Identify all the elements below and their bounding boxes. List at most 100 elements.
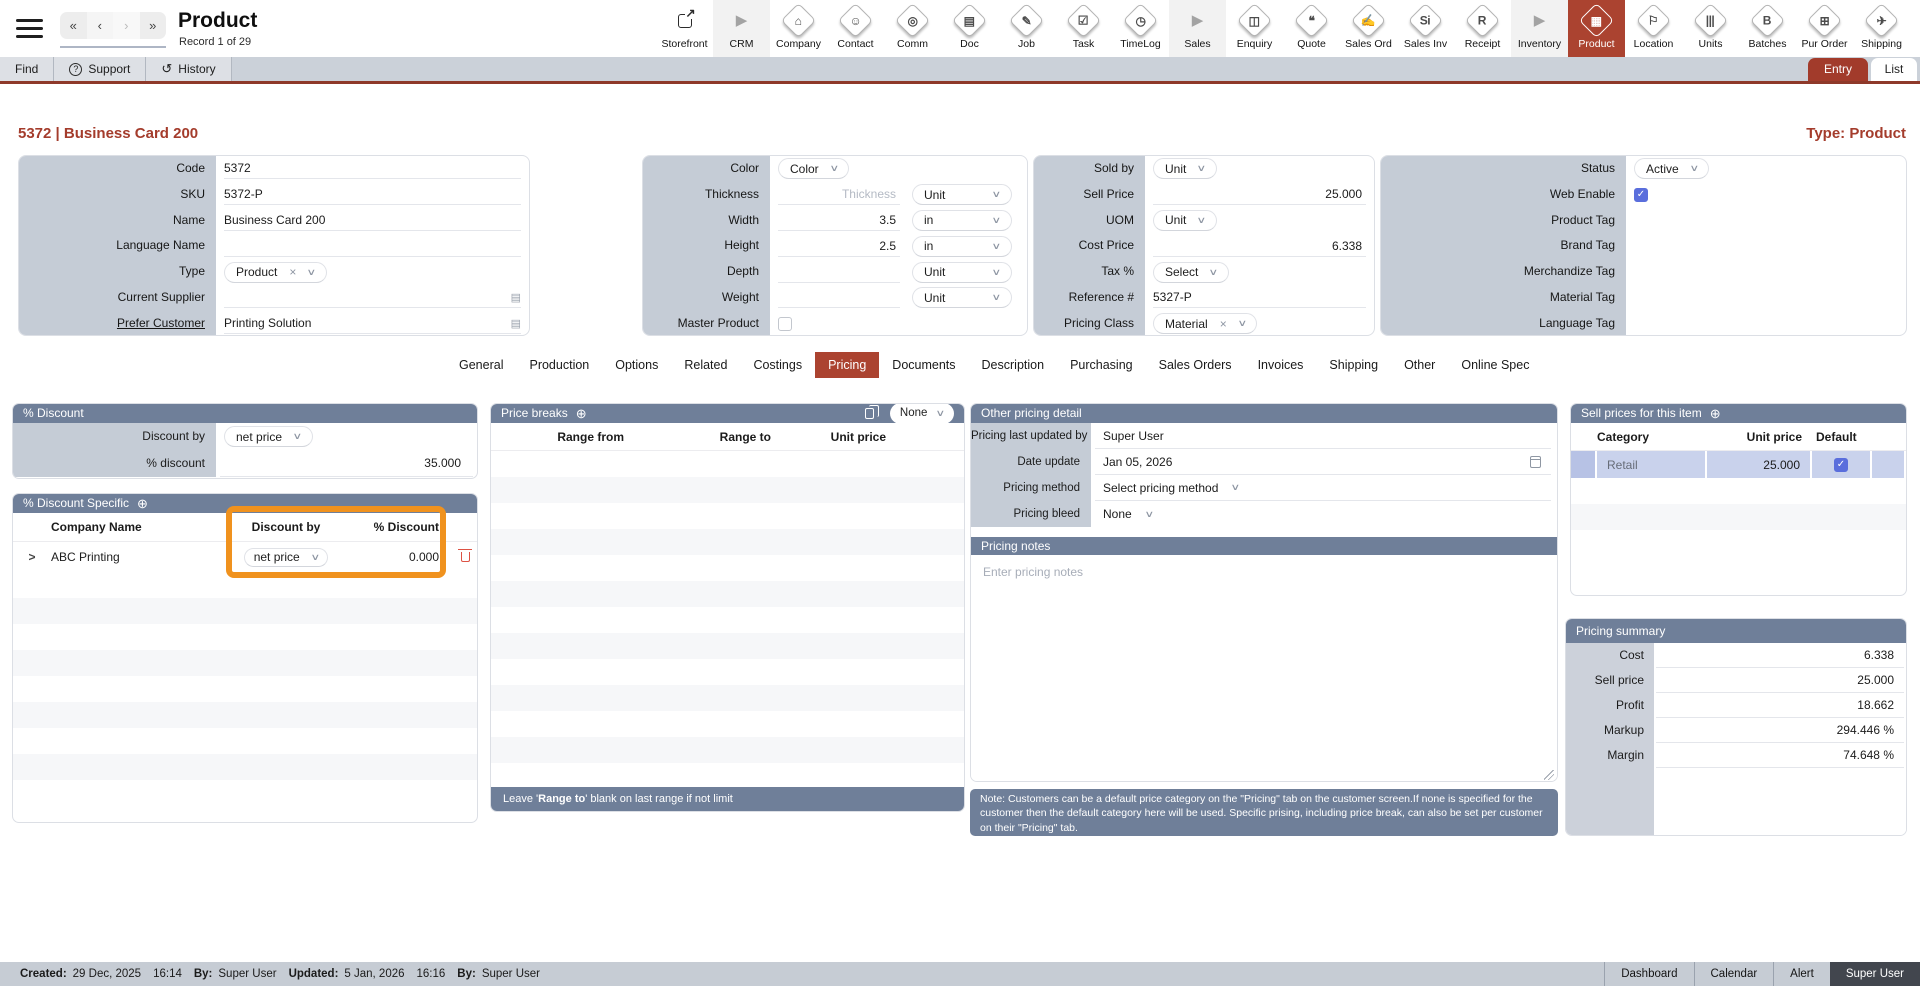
input-weight[interactable] [778,287,900,309]
tab-online-spec[interactable]: Online Spec [1448,352,1542,378]
input-reference-[interactable] [1153,287,1366,309]
footer-link-alert[interactable]: Alert [1773,962,1830,986]
input-sell-price[interactable] [1153,184,1366,206]
clear-icon[interactable]: × [1220,317,1227,331]
toolbar-item-task[interactable]: ☑ Task [1055,0,1112,57]
select-unit-weight[interactable]: Unit ∨ [912,287,1012,309]
select-unit-depth[interactable]: Unit ∨ [912,261,1012,283]
quickbar-tab-history[interactable]: ↺ History [146,57,232,81]
entry-tab[interactable]: Entry [1808,58,1868,81]
price-break-mode-select[interactable]: None ∨ [889,404,954,424]
tab-other[interactable]: Other [1391,352,1448,378]
nav-last-button[interactable]: » [140,12,167,39]
input-current-supplier[interactable] [224,287,521,309]
delete-row-icon[interactable] [458,548,472,562]
select-unit-width[interactable]: in ∨ [912,209,1012,231]
field-label-link[interactable]: Prefer Customer [117,316,205,330]
toolbar-item-shipping[interactable]: ✈ Shipping [1853,0,1910,57]
toolbar-item-timelog[interactable]: ◷ TimeLog [1112,0,1169,57]
toolbar-item-location[interactable]: ⚐ Location [1625,0,1682,57]
toolbar-item-enquiry[interactable]: ◫ Enquiry [1226,0,1283,57]
toolbar-item-inventory[interactable]: ▶ Inventory [1511,0,1568,57]
pricing-notes-input[interactable] [971,555,1557,781]
footer-link-calendar[interactable]: Calendar [1693,962,1774,986]
select-tax-[interactable]: Select ∨ [1153,261,1229,283]
lookup-icon[interactable]: ▤ [511,317,521,330]
select-uom[interactable]: Unit ∨ [1153,209,1217,231]
hamburger-menu-icon[interactable] [16,19,43,38]
percent-discount-value[interactable]: 35.000 [424,456,465,470]
clear-icon[interactable]: × [289,265,296,279]
nav-first-button[interactable]: « [60,12,87,39]
value-date-update[interactable]: Jan 05, 2026 [1103,455,1172,469]
footer-link-dashboard[interactable]: Dashboard [1604,962,1693,986]
select-unit-height[interactable]: in ∨ [912,235,1012,257]
lookup-icon[interactable]: ▤ [511,291,521,304]
value-pricing-bleed[interactable]: None [1103,507,1132,521]
toolbar-item-contact[interactable]: ☺ Contact [827,0,884,57]
select-sold-by[interactable]: Unit ∨ [1153,158,1217,180]
input-code[interactable] [224,158,521,180]
toolbar-item-sales-inv[interactable]: Si Sales Inv [1397,0,1454,57]
add-price-break-button[interactable]: ⊕ [576,407,587,420]
toolbar-item-batches[interactable]: B Batches [1739,0,1796,57]
resize-handle[interactable] [1544,770,1554,780]
tab-shipping[interactable]: Shipping [1316,352,1391,378]
unit-price-cell[interactable]: 25.000 [1707,451,1812,478]
add-discount-specific-button[interactable]: ⊕ [137,497,148,510]
tab-sales-orders[interactable]: Sales Orders [1146,352,1245,378]
toolbar-item-units[interactable]: ||| Units [1682,0,1739,57]
input-language-name[interactable] [224,235,521,257]
toolbar-item-pur-order[interactable]: ⊞ Pur Order [1796,0,1853,57]
toolbar-item-sales[interactable]: ▶ Sales [1169,0,1226,57]
tab-invoices[interactable]: Invoices [1245,352,1317,378]
tab-description[interactable]: Description [969,352,1058,378]
nav-next-button[interactable]: › [113,12,140,39]
checkbox-web-enable[interactable]: ✓ [1634,187,1648,202]
checkbox-master-product[interactable] [778,316,792,331]
input-thickness[interactable] [778,184,900,206]
toolbar-item-job[interactable]: ✎ Job [998,0,1055,57]
tab-production[interactable]: Production [516,352,602,378]
copy-icon[interactable] [864,405,879,419]
input-height[interactable] [778,235,900,257]
discount-specific-row[interactable]: > ABC Printing net price ∨ 0.000 [13,542,477,572]
tab-purchasing[interactable]: Purchasing [1057,352,1146,378]
input-name[interactable] [224,209,521,231]
sell-price-row[interactable]: Retail 25.000 ✓ [1571,451,1906,478]
toolbar-item-company[interactable]: ⌂ Company [770,0,827,57]
select-color[interactable]: Color ∨ [778,158,850,180]
select-pricing-class[interactable]: Material × ∨ [1153,313,1258,335]
input-depth[interactable] [778,261,900,283]
input-prefer-customer[interactable] [224,313,521,335]
tab-costings[interactable]: Costings [740,352,815,378]
tab-related[interactable]: Related [671,352,740,378]
input-width[interactable] [778,209,900,231]
quickbar-tab-find[interactable]: Find [0,57,55,81]
value-pricing-method[interactable]: Select pricing method [1103,481,1218,495]
select-status[interactable]: Active ∨ [1634,158,1710,180]
value-pricing-last-updated-by[interactable]: Super User [1103,429,1164,443]
input-sku[interactable] [224,184,521,206]
toolbar-item-product[interactable]: ▦ Product [1568,0,1625,57]
row-expand-icon[interactable]: > [13,550,51,564]
row-percent-discount-cell[interactable]: 0.000 [349,550,453,564]
toolbar-item-comm[interactable]: ◎ Comm [884,0,941,57]
toolbar-item-doc[interactable]: ▤ Doc [941,0,998,57]
select-unit-thickness[interactable]: Unit ∨ [912,184,1012,206]
quickbar-tab-support[interactable]: ? Support [54,57,147,81]
toolbar-item-quote[interactable]: ❝ Quote [1283,0,1340,57]
list-tab[interactable]: List [1871,58,1917,81]
toolbar-item-receipt[interactable]: R Receipt [1454,0,1511,57]
tab-general[interactable]: General [446,352,516,378]
tab-documents[interactable]: Documents [879,352,968,378]
calendar-icon[interactable] [1530,455,1541,468]
select-type[interactable]: Product × ∨ [224,261,327,283]
toolbar-item-storefront[interactable]: ↗ Storefront [656,0,713,57]
toolbar-item-sales-ord[interactable]: ✍ Sales Ord [1340,0,1397,57]
tab-options[interactable]: Options [602,352,671,378]
default-checkbox[interactable]: ✓ [1834,457,1848,472]
row-discount-by-select[interactable]: net price ∨ [243,547,329,567]
tab-pricing[interactable]: Pricing [815,352,880,378]
footer-user[interactable]: Super User [1829,962,1920,986]
